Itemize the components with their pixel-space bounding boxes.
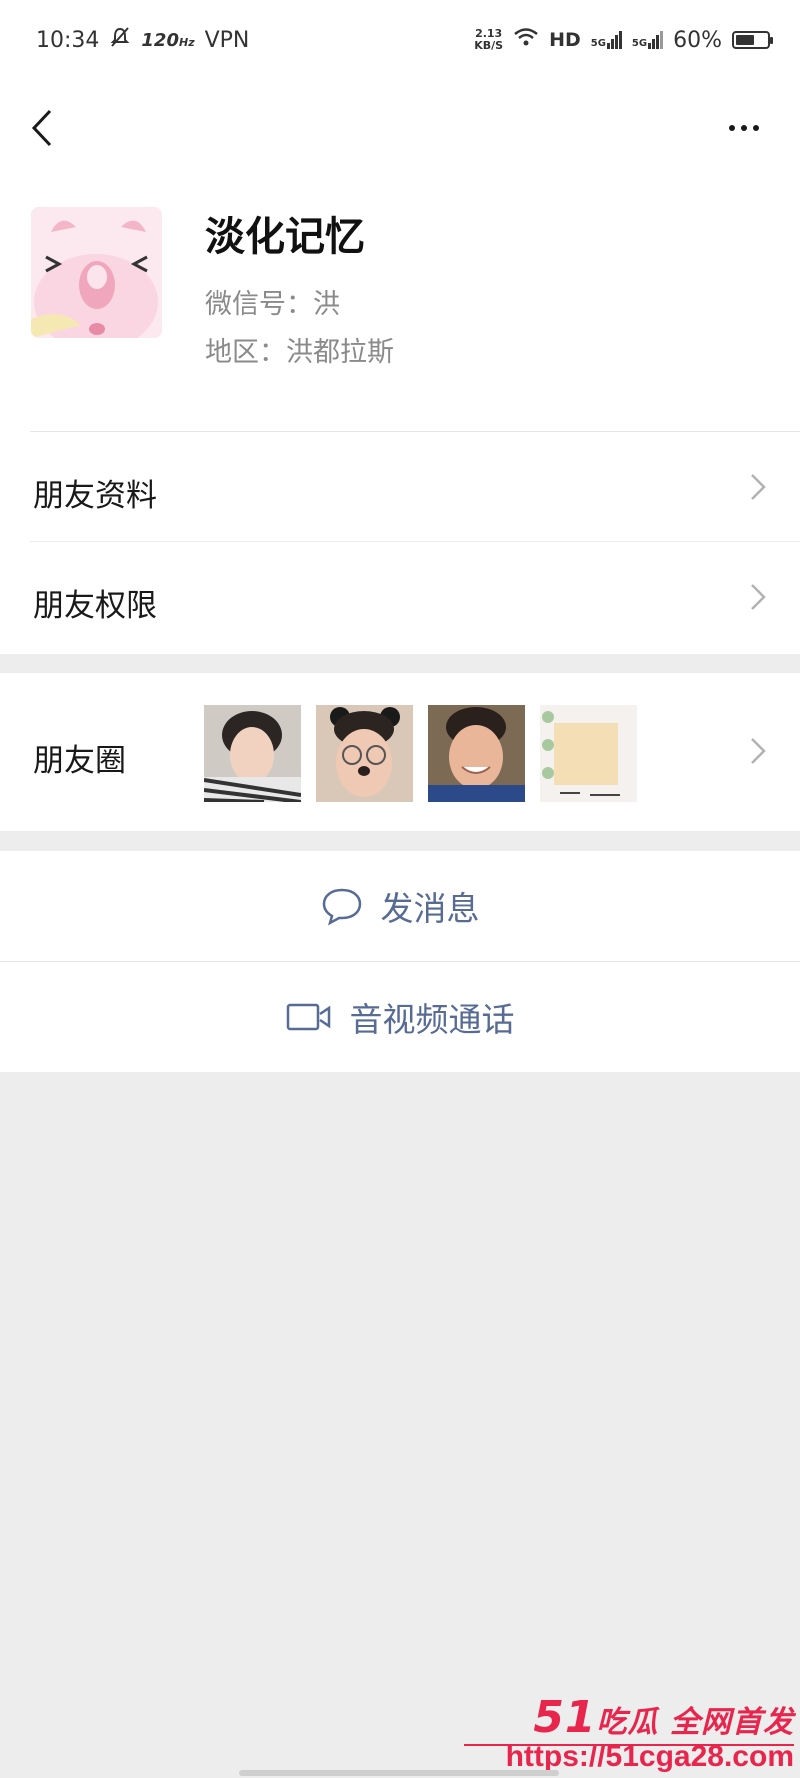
home-indicator[interactable] [239,1770,559,1776]
region: 地区：洪都拉斯 [205,337,394,368]
back-button[interactable] [22,106,62,150]
status-left: 10:34 120Hz VPN [36,26,249,54]
sim1-label: 5G [590,38,606,49]
battery-icon [732,31,773,49]
refresh-rate: 120Hz [141,30,194,51]
watermark: 51吃瓜 全网首发 https://51cga28.com [464,1692,794,1774]
moment-thumbnail [540,705,637,802]
more-options-button[interactable] [714,106,774,150]
nav-bar [0,80,800,176]
friend-info-label: 朋友资料 [33,478,157,514]
wifi-icon [513,27,539,53]
watermark-brand: 51吃瓜 全网首发 [533,1692,794,1743]
watermark-number: 51 [533,1692,597,1743]
send-message-button[interactable]: 发消息 [0,851,800,961]
video-camera-icon [286,1001,332,1033]
profile-name: 淡化记忆 [205,214,365,260]
chevron-right-icon [751,584,766,610]
chevron-right-icon [751,738,766,764]
video-call-label: 音视频通话 [349,1000,515,1039]
battery-percent: 60% [673,27,722,53]
signal-icon-1: 5G [591,31,622,49]
moment-thumbnail [428,705,525,802]
moments-thumbnails [204,705,637,802]
more-dot-icon [729,125,735,131]
chat-bubble-icon [321,886,363,926]
mute-icon [109,26,131,54]
status-right: 2.13 KB/S HD 5G 5G 60% [474,27,773,53]
more-dot-icon [741,125,747,131]
hd-label: HD [549,29,581,51]
watermark-text: 吃瓜 全网首发 [596,1705,794,1740]
profile-header: 淡化记忆 微信号：洪 地区：洪都拉斯 [0,176,800,432]
avatar[interactable] [31,207,162,338]
battery-fill [736,35,754,45]
avatar-image [31,207,162,338]
speed-unit: KB/S [474,39,504,52]
friend-info-cell[interactable]: 朋友资料 [0,432,800,542]
friend-permissions-label: 朋友权限 [33,588,157,624]
moments-cell[interactable]: 朋友圈 [0,673,800,831]
moment-thumbnail [316,705,413,802]
vpn-label: VPN [204,27,250,53]
moments-label: 朋友圈 [33,743,126,779]
moment-thumbnail [204,705,301,802]
send-message-label: 发消息 [380,889,480,928]
video-call-button[interactable]: 音视频通话 [0,962,800,1072]
friend-permissions-cell[interactable]: 朋友权限 [0,542,800,654]
more-dot-icon [753,125,759,131]
status-time: 10:34 [36,27,100,53]
network-speed: 2.13 KB/S [474,28,503,52]
back-arrow-icon [31,109,52,147]
chevron-right-icon [751,474,766,500]
sim2-label: 5G [631,38,648,49]
refresh-value: 120 [141,29,179,51]
refresh-unit: Hz [178,35,195,49]
status-bar: 10:34 120Hz VPN 2.13 KB/S HD 5G 5G 60% [0,0,800,80]
signal-icon-2: 5G [631,31,664,49]
wechat-id[interactable]: 微信号：洪 [205,282,340,321]
watermark-url: https://51cga28.com [505,1740,794,1773]
